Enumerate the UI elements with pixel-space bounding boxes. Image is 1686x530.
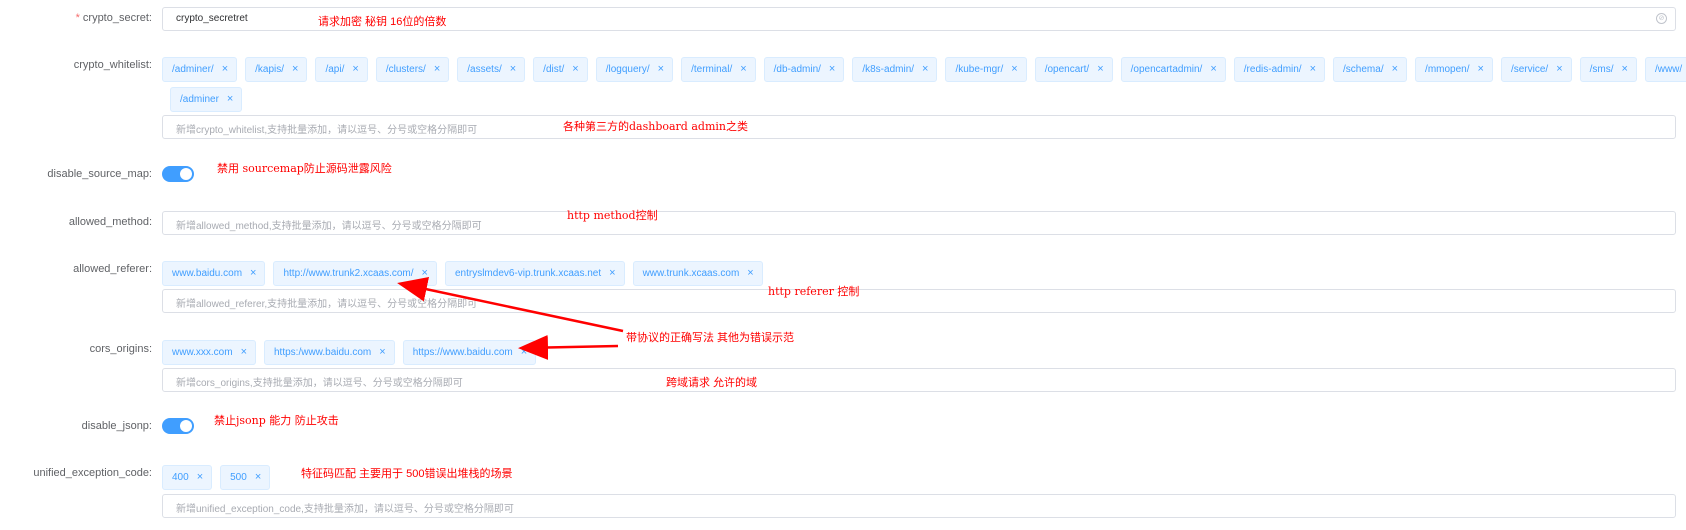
annotation-arrows bbox=[397, 276, 624, 360]
settings-form: * crypto_secret: crypto_secretret ⊘ 请求加密 … bbox=[0, 0, 1686, 530]
arrow-to-cors-tag bbox=[518, 334, 619, 360]
arrow-to-referer-tag bbox=[397, 276, 624, 333]
